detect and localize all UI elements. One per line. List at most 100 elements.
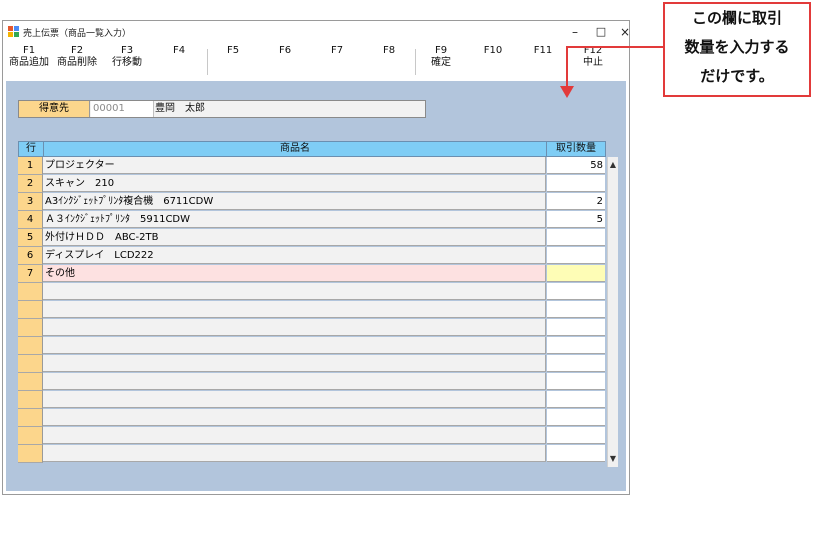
- quantity-input[interactable]: [547, 391, 605, 408]
- table-row[interactable]: [18, 319, 606, 337]
- fkey-code: F1: [22, 45, 36, 56]
- callout-line: この欄に取引: [691, 9, 782, 27]
- row-number: [18, 319, 43, 337]
- table-row[interactable]: [18, 355, 606, 373]
- quantity-input[interactable]: [547, 355, 605, 372]
- table-row[interactable]: 7 その他: [18, 265, 606, 283]
- quantity-input[interactable]: [547, 409, 605, 426]
- app-icon: [8, 26, 19, 37]
- f11-button[interactable]: F11: [519, 45, 567, 57]
- window-title: 売上伝票（商品一覧入力）: [23, 29, 132, 39]
- fkey-label: 確定: [431, 57, 451, 68]
- customer-label: 得意先: [19, 101, 90, 117]
- f12-cancel-button[interactable]: F12 中止: [569, 45, 617, 69]
- fkey-label: 商品削除: [57, 57, 97, 68]
- close-button[interactable]: ×: [611, 22, 639, 42]
- fkey-code: F4: [172, 45, 186, 56]
- row-number: [18, 373, 43, 391]
- fkey-code: F8: [382, 45, 396, 56]
- table-row[interactable]: [18, 391, 606, 409]
- item-name-cell[interactable]: [43, 319, 546, 336]
- callout-line: 数量を入力する: [684, 38, 790, 56]
- table-row[interactable]: [18, 337, 606, 355]
- item-name-cell[interactable]: [43, 409, 546, 426]
- minimize-button[interactable]: –: [561, 22, 589, 42]
- table-row[interactable]: [18, 373, 606, 391]
- item-name-cell[interactable]: 外付けＨＤＤ ABC-2TB: [43, 229, 546, 246]
- item-name-cell[interactable]: [43, 427, 546, 444]
- quantity-input[interactable]: [547, 337, 605, 354]
- table-row[interactable]: 5 外付けＨＤＤ ABC-2TB: [18, 229, 606, 247]
- quantity-input[interactable]: [547, 247, 605, 264]
- f4-button[interactable]: F4: [155, 45, 203, 57]
- quantity-input[interactable]: [547, 265, 605, 282]
- quantity-input[interactable]: 5: [547, 211, 605, 228]
- scroll-down-icon[interactable]: ▼: [608, 453, 618, 465]
- f8-button[interactable]: F8: [365, 45, 413, 57]
- customer-code-input[interactable]: 00001: [91, 101, 154, 117]
- row-number: [18, 301, 43, 319]
- quantity-input[interactable]: [547, 229, 605, 246]
- scroll-up-icon[interactable]: ▲: [608, 159, 618, 171]
- row-number: 1: [18, 157, 43, 175]
- item-name-cell[interactable]: スキャン 210: [43, 175, 546, 192]
- f9-confirm-button[interactable]: F9 確定: [417, 45, 465, 69]
- table-row[interactable]: 4 Ａ３ｲﾝｸｼﾞｪｯﾄﾌﾟﾘﾝﾀ 5911CDW 5: [18, 211, 606, 229]
- fkey-code: F5: [226, 45, 240, 56]
- table-row[interactable]: 6 ディスプレイ LCD222: [18, 247, 606, 265]
- quantity-input[interactable]: [547, 175, 605, 192]
- sales-slip-window: 売上伝票（商品一覧入力） – □ × F1 商品追加 F2 商品削除 F3 行移動 F…: [2, 20, 630, 495]
- item-name-cell[interactable]: [43, 283, 546, 300]
- f7-button[interactable]: F7: [313, 45, 361, 57]
- customer-field: 得意先 00001 豊岡 太郎: [18, 100, 426, 118]
- fkey-code: F11: [533, 45, 553, 56]
- grid-scrollbar[interactable]: ▲ ▼: [607, 157, 618, 467]
- quantity-input[interactable]: [547, 373, 605, 390]
- fkey-code: F2: [70, 45, 84, 56]
- table-row[interactable]: 1 プロジェクター 58: [18, 157, 606, 175]
- f3-move-row-button[interactable]: F3 行移動: [103, 45, 151, 69]
- table-row[interactable]: 3 A3ｲﾝｸｼﾞｪｯﾄﾌﾟﾘﾝﾀ複合機 6711CDW 2: [18, 193, 606, 211]
- row-number: 5: [18, 229, 43, 247]
- f1-add-item-button[interactable]: F1 商品追加: [5, 45, 53, 69]
- row-number: [18, 445, 43, 463]
- header-row-number: 行: [19, 142, 44, 156]
- item-name-cell[interactable]: [43, 355, 546, 372]
- quantity-input[interactable]: [547, 427, 605, 444]
- item-name-cell[interactable]: [43, 337, 546, 354]
- quantity-input[interactable]: 58: [547, 157, 605, 174]
- toolbar-separator: [207, 49, 208, 75]
- item-name-cell[interactable]: A3ｲﾝｸｼﾞｪｯﾄﾌﾟﾘﾝﾀ複合機 6711CDW: [43, 193, 546, 210]
- table-row[interactable]: [18, 409, 606, 427]
- f2-delete-item-button[interactable]: F2 商品削除: [53, 45, 101, 69]
- quantity-input[interactable]: 2: [547, 193, 605, 210]
- quantity-input[interactable]: [547, 319, 605, 336]
- item-name-cell[interactable]: [43, 391, 546, 408]
- quantity-input[interactable]: [547, 301, 605, 318]
- f6-button[interactable]: F6: [261, 45, 309, 57]
- callout-line: だけです。: [700, 67, 774, 85]
- fkey-code: F9: [434, 45, 448, 56]
- item-name-cell[interactable]: その他: [43, 265, 546, 282]
- f5-button[interactable]: F5: [209, 45, 257, 57]
- item-name-cell[interactable]: ディスプレイ LCD222: [43, 247, 546, 264]
- quantity-input[interactable]: [547, 445, 605, 462]
- fkey-code: F7: [330, 45, 344, 56]
- table-row[interactable]: [18, 427, 606, 445]
- row-number: [18, 391, 43, 409]
- row-number: 6: [18, 247, 43, 265]
- fkey-code: F3: [120, 45, 134, 56]
- item-name-cell[interactable]: [43, 301, 546, 318]
- item-name-cell[interactable]: [43, 445, 546, 462]
- callout-connector: [567, 46, 663, 48]
- f10-button[interactable]: F10: [469, 45, 517, 57]
- customer-name: 豊岡 太郎: [155, 103, 205, 114]
- table-row[interactable]: [18, 301, 606, 319]
- table-row[interactable]: [18, 283, 606, 301]
- table-row[interactable]: 2 スキャン 210: [18, 175, 606, 193]
- item-name-cell[interactable]: [43, 373, 546, 390]
- quantity-input[interactable]: [547, 283, 605, 300]
- item-name-cell[interactable]: Ａ３ｲﾝｸｼﾞｪｯﾄﾌﾟﾘﾝﾀ 5911CDW: [43, 211, 546, 228]
- table-row[interactable]: [18, 445, 606, 463]
- item-name-cell[interactable]: プロジェクター: [43, 157, 546, 174]
